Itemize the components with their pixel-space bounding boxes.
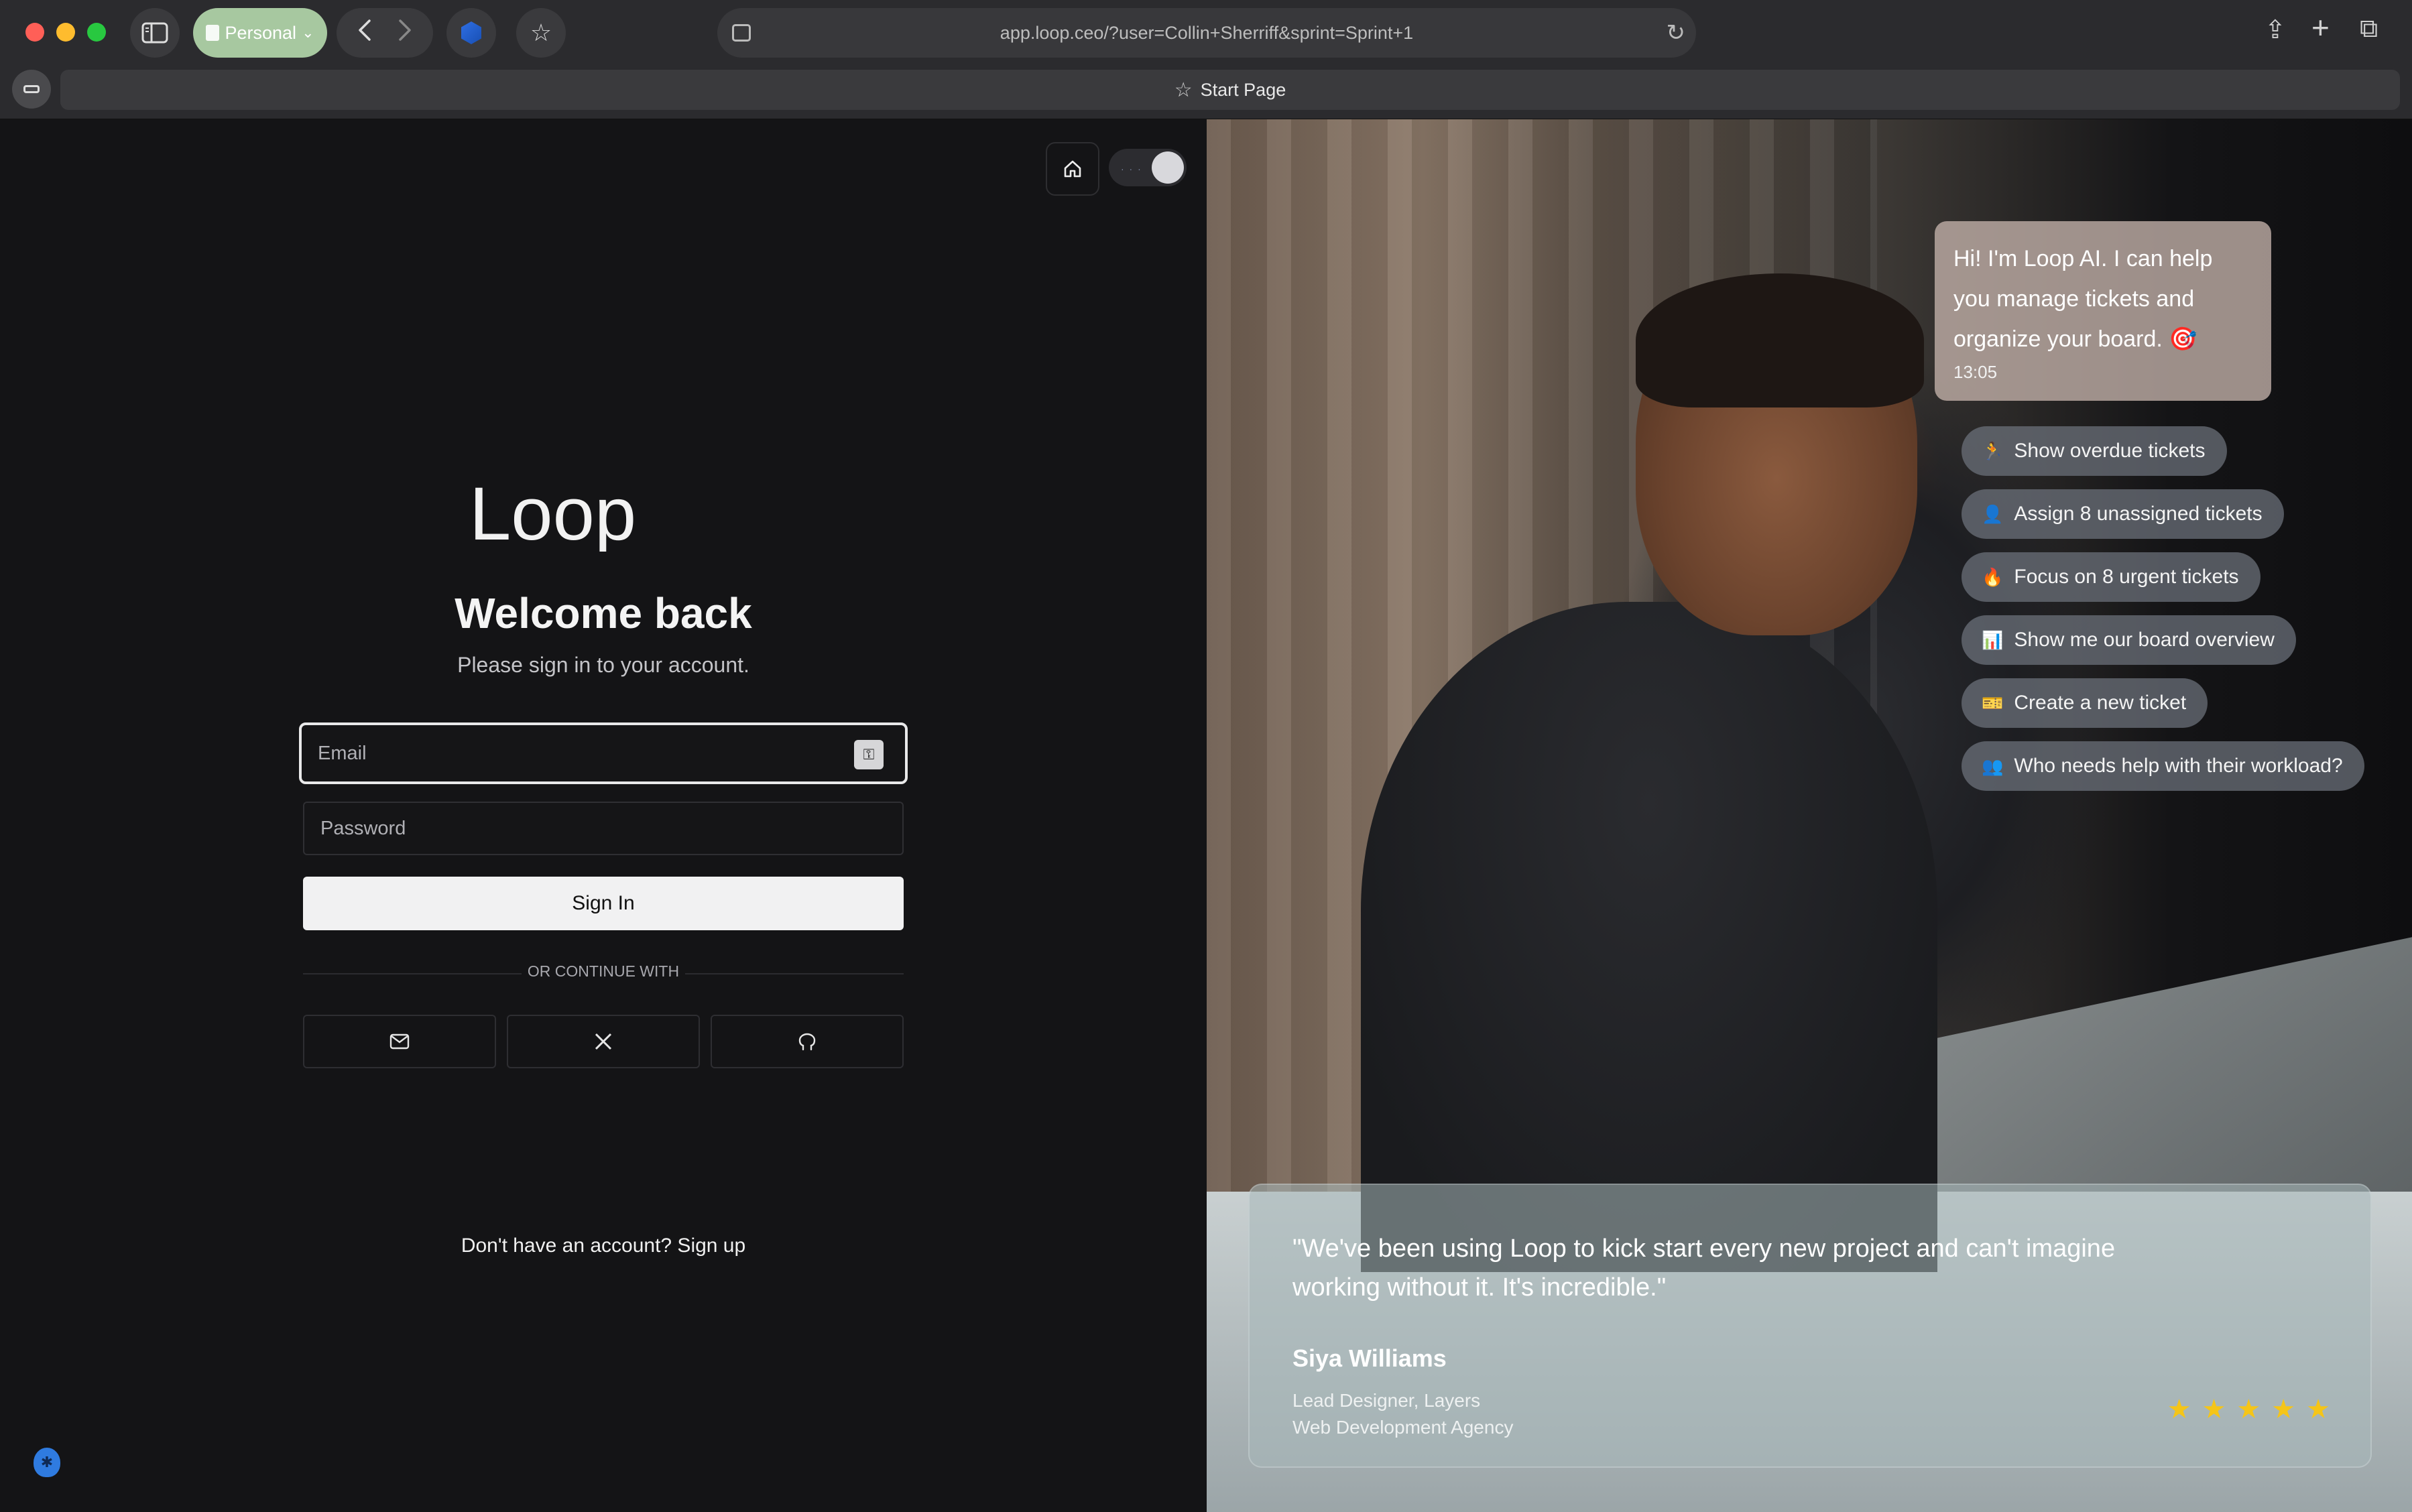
sidebar-icon	[141, 22, 168, 44]
person-icon: 👤	[1982, 503, 2004, 524]
suggestion-label: Show overdue tickets	[2014, 440, 2206, 462]
runner-icon: 🏃	[1982, 440, 2004, 461]
loop-logo: Loop	[469, 478, 636, 552]
tab-start-page[interactable]: ☆ Start Page	[60, 70, 2400, 110]
suggestion-chip[interactable]: 🔥 Focus on 8 urgent tickets	[1962, 552, 2260, 602]
debug-bug-icon[interactable]: ✱	[34, 1448, 60, 1477]
address-bar[interactable]: app.loop.ceo/?user=Collin+Sherriff&sprin…	[717, 8, 1696, 58]
close-window-button[interactable]	[25, 23, 44, 42]
svg-text:Loop: Loop	[469, 478, 636, 552]
suggestion-label: Show me our board overview	[2014, 629, 2275, 651]
tab-bar-collapse-button[interactable]	[12, 70, 51, 109]
sidebar-toggle-button[interactable]	[130, 8, 180, 58]
email-placeholder: Email	[318, 742, 367, 764]
github-login-button[interactable]	[711, 1015, 904, 1068]
url-text: app.loop.ceo/?user=Collin+Sherriff&sprin…	[1000, 22, 1414, 43]
star-icon: ★	[2202, 1395, 2226, 1424]
home-button[interactable]	[1046, 142, 1099, 196]
ai-chat-bubble: Hi! I'm Loop AI. I can help you manage t…	[1935, 221, 2271, 401]
theme-toggle[interactable]: · · ·	[1109, 149, 1187, 186]
suggestion-chip[interactable]: 📊 Show me our board overview	[1962, 615, 2296, 665]
testimonial-author: Siya Williams	[1292, 1344, 1447, 1372]
stars-icon: · · ·	[1121, 164, 1142, 174]
profile-icon	[206, 25, 220, 41]
zoom-window-button[interactable]	[87, 23, 106, 42]
star-icon: ★	[2236, 1395, 2261, 1424]
testimonial-card: "We've been using Loop to kick start eve…	[1248, 1184, 2372, 1468]
fire-icon: 🔥	[1982, 566, 2004, 587]
suggestion-chip[interactable]: 🏃 Show overdue tickets	[1962, 426, 2227, 476]
people-icon: 👥	[1982, 755, 2004, 776]
chevron-right-icon	[399, 19, 411, 41]
suggestion-label: Assign 8 unassigned tickets	[2014, 503, 2263, 525]
suggestion-label: Who needs help with their workload?	[2014, 755, 2343, 777]
suggestion-label: Focus on 8 urgent tickets	[2014, 566, 2239, 588]
moon-icon	[1152, 151, 1184, 184]
reader-mode-icon[interactable]	[732, 24, 751, 42]
extension-cube-icon	[461, 21, 481, 44]
divider-line	[685, 973, 904, 974]
star-icon: ★	[2306, 1395, 2330, 1424]
signin-button[interactable]: Sign In	[303, 877, 904, 930]
suggestion-chip[interactable]: 👥 Who needs help with their workload?	[1962, 741, 2364, 791]
ticket-icon: 🎫	[1982, 692, 2004, 713]
divider-label: OR CONTINUE WITH	[527, 962, 680, 980]
back-button[interactable]	[357, 19, 372, 48]
tab-title: Start Page	[1200, 79, 1286, 100]
minus-icon	[23, 85, 40, 93]
signup-link[interactable]: Don't have an account? Sign up	[0, 1235, 1207, 1257]
person-body	[1361, 602, 1937, 1272]
bar-chart-icon: 📊	[1982, 629, 2004, 650]
minimize-window-button[interactable]	[56, 23, 75, 42]
chevron-down-icon: ⌄	[302, 24, 314, 41]
page-title: Welcome back	[455, 589, 752, 637]
signin-panel: · · · Loop Welcome back Please sign in t…	[0, 119, 1207, 1512]
ai-message-time: 13:05	[1953, 362, 1998, 382]
person-hair	[1636, 273, 1924, 407]
star-icon: ★	[2271, 1395, 2296, 1424]
password-field[interactable]: Password	[303, 802, 904, 855]
email-field[interactable]: Email ⚿	[299, 722, 908, 784]
reload-icon[interactable]: ↻	[1667, 19, 1686, 46]
password-placeholder: Password	[320, 817, 406, 839]
new-tab-icon[interactable]: +	[2311, 9, 2330, 46]
star-icon: ☆	[530, 19, 552, 46]
ai-message: Hi! I'm Loop AI. I can help you manage t…	[1953, 246, 2213, 352]
profile-label: Personal	[225, 22, 297, 43]
forward-button[interactable]	[398, 19, 412, 48]
suggestion-chip[interactable]: 🎫 Create a new ticket	[1962, 678, 2208, 728]
browser-chrome: Personal ⌄ ☆ app.loop.ceo/?user=Collin+S…	[0, 0, 2412, 119]
chevron-left-icon	[359, 19, 371, 41]
star-icon: ★	[2167, 1395, 2191, 1424]
page-subtitle: Please sign in to your account.	[457, 653, 749, 677]
home-icon	[1064, 160, 1081, 178]
testimonial-quote: "We've been using Loop to kick start eve…	[1292, 1235, 2116, 1302]
x-logo-icon	[595, 1033, 612, 1050]
suggestion-chip[interactable]: 👤 Assign 8 unassigned tickets	[1962, 489, 2284, 539]
extension-button[interactable]	[446, 8, 496, 58]
github-icon	[798, 1033, 816, 1051]
x-login-button[interactable]	[507, 1015, 700, 1068]
star-outline-icon: ☆	[1174, 78, 1193, 101]
profile-switcher[interactable]: Personal ⌄	[193, 8, 327, 58]
tab-overview-icon[interactable]: ⧉	[2360, 15, 2378, 44]
share-icon[interactable]: ⇪	[2265, 15, 2286, 45]
email-login-button[interactable]	[303, 1015, 496, 1068]
suggestion-label: Create a new ticket	[2014, 692, 2187, 714]
navigation-buttons	[337, 8, 433, 58]
password-manager-key-icon[interactable]: ⚿	[854, 740, 884, 769]
divider-line	[303, 973, 522, 974]
rating-stars: ★ ★ ★ ★ ★	[2167, 1394, 2330, 1425]
bookmark-button[interactable]: ☆	[516, 8, 566, 58]
mail-icon	[389, 1033, 410, 1050]
